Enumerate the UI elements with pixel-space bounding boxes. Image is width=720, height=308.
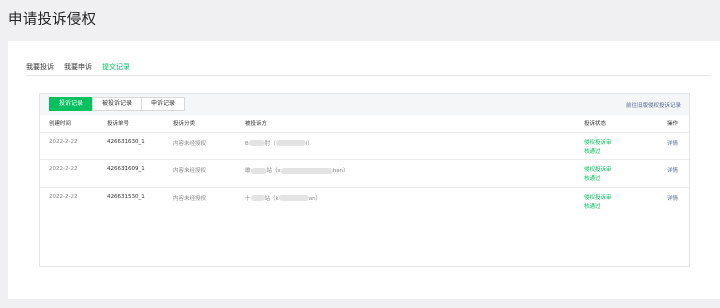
redacted-block	[248, 140, 265, 146]
cell-category: 内容未经授权	[173, 186, 245, 215]
header-category: 投诉分类	[173, 121, 196, 128]
cell-status: 侵权投诉审 核通过	[584, 131, 667, 160]
page-title: 申请投诉侵权	[8, 12, 97, 28]
cell-respondent: 十 站（k an）	[245, 186, 584, 215]
respondent-prefix: 敢	[245, 168, 251, 174]
status-line-2: 核通过	[584, 203, 601, 210]
records-table: 创建时间 投诉单号 投诉分类 被投诉方 投诉状态 操作 2022-2-22 42…	[40, 115, 689, 215]
header-status: 投诉状态	[584, 121, 607, 128]
subtab-complaint-records[interactable]: 投诉记录	[49, 97, 94, 111]
header-complaint-id: 投诉单号	[107, 121, 130, 128]
cell-id: 426631630_1	[107, 131, 173, 160]
respondent-prefix: 十	[245, 195, 251, 202]
header-respondent: 被投诉方	[245, 121, 268, 128]
cell-id: 426631609_1	[107, 159, 173, 187]
respondent-suffix: han）	[332, 168, 349, 174]
status-line-1: 侵权投诉审	[584, 194, 612, 201]
cell-date: 2022-2-22	[40, 186, 107, 215]
tab-divider	[26, 75, 711, 76]
subtab-appeal-records[interactable]: 申诉记录	[141, 97, 186, 111]
cell-date: 2022-2-22	[40, 159, 107, 187]
respondent-middle: 肘（	[264, 140, 276, 147]
status-line-1: 侵权投诉审	[584, 167, 612, 173]
header-created-time: 创建时间	[49, 121, 72, 128]
redacted-block	[278, 195, 309, 201]
table-row: 2022-2-22 426631609_1 内容未经授权 敢 站（x han） 侵权…	[40, 159, 689, 187]
cell-status: 侵权投诉审 核通过	[584, 186, 667, 215]
redacted-block	[280, 167, 333, 174]
tab-complain[interactable]: 我要投诉	[26, 62, 54, 76]
old-records-link[interactable]: 前往旧版侵权投诉记录	[626, 101, 681, 109]
cell-category: 内容未经授权	[173, 159, 245, 187]
status-line-2: 核通过	[584, 176, 601, 182]
redacted-block	[250, 167, 267, 174]
respondent-suffix: an）	[308, 195, 322, 202]
status-line-2: 核通过	[584, 148, 601, 155]
main-card: 我要投诉 我要申诉 提交记录 投诉记录 被投诉记录 申诉记录 前往旧版侵权投诉记…	[8, 41, 720, 299]
table-header-row: 创建时间 投诉单号 投诉分类 被投诉方 投诉状态 操作	[40, 115, 689, 132]
cell-respondent: 敢 站（x han）	[245, 159, 584, 187]
redacted-block	[275, 140, 306, 146]
table-row: 2022-2-22 426631630_1 内容未经授权 B 肘（ i） 侵权投诉审…	[40, 131, 689, 160]
respondent-middle: 站（x	[266, 168, 281, 174]
cell-respondent: B 肘（ i）	[245, 131, 584, 160]
cell-status: 侵权投诉审 核通过	[584, 159, 667, 187]
details-link[interactable]: 详情	[667, 159, 689, 187]
details-link[interactable]: 详情	[667, 131, 689, 160]
cell-id: 426631530_1	[107, 186, 173, 215]
subtab-group: 投诉记录 被投诉记录 申诉记录	[49, 97, 186, 111]
tab-records[interactable]: 提交记录	[102, 62, 130, 76]
header-action: 操作	[667, 121, 679, 128]
panel-header: 投诉记录 被投诉记录 申诉记录 前往旧版侵权投诉记录	[40, 94, 689, 115]
records-panel: 投诉记录 被投诉记录 申诉记录 前往旧版侵权投诉记录 创建时间 投诉单号 投诉分…	[39, 93, 690, 267]
details-link[interactable]: 详情	[667, 186, 689, 215]
respondent-suffix: i）	[305, 140, 313, 147]
top-tabs: 我要投诉 我要申诉 提交记录	[26, 62, 130, 76]
table-row: 2022-2-22 426631530_1 内容未经授权 十 站（k an） 侵权投…	[40, 186, 689, 215]
cell-category: 内容未经授权	[173, 131, 245, 160]
subtab-complained-records[interactable]: 被投诉记录	[92, 97, 143, 111]
status-line-1: 侵权投诉审	[584, 139, 612, 146]
respondent-middle: 站（k	[264, 195, 279, 202]
redacted-block	[250, 195, 265, 201]
cell-date: 2022-2-22	[40, 131, 107, 160]
tab-appeal[interactable]: 我要申诉	[64, 62, 92, 76]
